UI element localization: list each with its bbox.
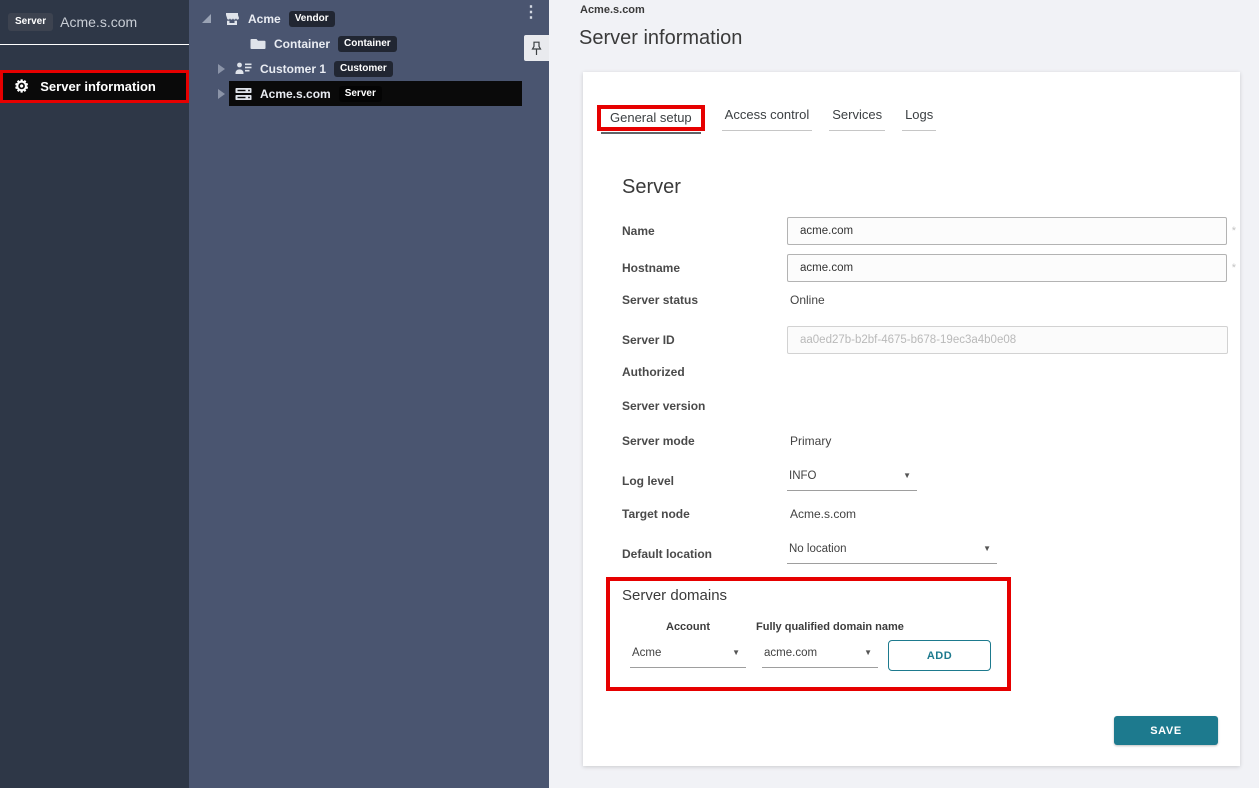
- server-id-input: [787, 326, 1228, 354]
- default-location-value: No location: [789, 543, 847, 555]
- form-row-server-id: Server ID: [622, 326, 1236, 354]
- add-button[interactable]: ADD: [888, 640, 991, 671]
- server-version-label: Server version: [622, 399, 787, 413]
- tree-item-badge: Server: [339, 86, 382, 102]
- tree-item-label: Container: [274, 37, 330, 51]
- tree-item-label: Acme: [248, 12, 281, 26]
- customer-icon: [235, 61, 252, 76]
- tree-item-server[interactable]: Acme.s.com Server: [189, 81, 549, 106]
- page-title: Server information: [579, 27, 742, 50]
- required-marker: *: [1232, 262, 1236, 274]
- fqdn-select[interactable]: acme.com ▼: [762, 647, 878, 668]
- tree-panel: Acme Vendor Container Container Customer…: [189, 0, 549, 788]
- server-icon: [235, 87, 252, 101]
- default-location-label: Default location: [622, 543, 787, 561]
- fqdn-value: acme.com: [764, 647, 817, 659]
- account-label: Account: [630, 621, 746, 633]
- server-id-label: Server ID: [622, 333, 787, 347]
- tree-item-selected[interactable]: Acme.s.com Server: [229, 81, 522, 106]
- pin-button[interactable]: [524, 35, 549, 61]
- server-status-value: Online: [787, 293, 825, 307]
- name-label: Name: [622, 224, 787, 238]
- tree-item-container[interactable]: Container Container: [189, 31, 549, 56]
- server-type-badge: Server: [8, 13, 53, 31]
- sidebar-item-label: Server information: [40, 79, 156, 94]
- tree-item-badge: Customer: [334, 61, 393, 77]
- tree-item-label: Customer 1: [260, 62, 326, 76]
- form-row-name: Name *: [622, 217, 1236, 245]
- server-domains-title: Server domains: [622, 587, 727, 604]
- tree-item-label: Acme.s.com: [260, 87, 331, 101]
- folder-icon: [250, 36, 266, 52]
- target-node-label: Target node: [622, 507, 787, 521]
- main-content: Acme.s.com Server information General se…: [549, 0, 1259, 788]
- server-status-label: Server status: [622, 293, 787, 307]
- server-mode-value: Primary: [787, 434, 831, 448]
- caret-down-icon: ▼: [903, 472, 911, 480]
- caret-down-icon: ▼: [983, 545, 991, 553]
- authorized-label: Authorized: [622, 365, 787, 379]
- form-row-authorized: Authorized: [622, 365, 1236, 379]
- hostname-label: Hostname: [622, 261, 787, 275]
- save-button[interactable]: SAVE: [1114, 716, 1218, 745]
- tab-access-control[interactable]: Access control: [722, 100, 813, 131]
- tab-services[interactable]: Services: [829, 100, 885, 131]
- tab-general-setup[interactable]: General setup: [601, 103, 701, 134]
- active-tab-highlight: General setup: [597, 105, 705, 131]
- account-value: Acme: [632, 647, 661, 659]
- hostname-input[interactable]: [787, 254, 1227, 282]
- log-level-value: INFO: [789, 470, 816, 482]
- default-location-select[interactable]: No location ▼: [787, 543, 997, 564]
- tree-item-vendor[interactable]: Acme Vendor: [189, 6, 549, 31]
- tree-collapsed-arrow-icon[interactable]: [218, 64, 225, 74]
- fqdn-label: Fully qualified domain name: [756, 621, 884, 633]
- log-level-select[interactable]: INFO ▼: [787, 470, 917, 491]
- caret-down-icon: ▼: [732, 649, 740, 657]
- form-row-log-level: Log level INFO ▼: [622, 470, 1236, 491]
- gear-icon: ⚙: [14, 78, 29, 95]
- form-row-target-node: Target node Acme.s.com: [622, 507, 1236, 521]
- tree-collapsed-arrow-icon[interactable]: [218, 89, 225, 99]
- tree-item-badge: Container: [338, 36, 397, 52]
- account-select[interactable]: Acme ▼: [630, 647, 746, 668]
- target-node-value: Acme.s.com: [787, 507, 856, 521]
- breadcrumb: Acme.s.com: [580, 4, 645, 16]
- form-row-server-mode: Server mode Primary: [622, 434, 1236, 448]
- tree-item-customer[interactable]: Customer 1 Customer: [189, 56, 549, 81]
- required-marker: *: [1232, 225, 1236, 237]
- server-domains-section: Server domains Account Fully qualified d…: [606, 577, 1011, 691]
- sidebar-server-name: Acme.s.com: [60, 14, 137, 30]
- form-row-hostname: Hostname *: [622, 254, 1236, 282]
- store-icon: [224, 11, 240, 27]
- form-row-server-version: Server version: [622, 399, 1236, 413]
- sidebar-item-server-information[interactable]: ⚙ Server information: [0, 70, 189, 103]
- pin-icon: [530, 41, 543, 56]
- name-input[interactable]: [787, 217, 1227, 245]
- tree-expanded-arrow-icon[interactable]: [202, 14, 211, 23]
- tree-menu-icon[interactable]: ⋮: [523, 5, 539, 21]
- tab-logs[interactable]: Logs: [902, 100, 936, 131]
- server-mode-label: Server mode: [622, 434, 787, 448]
- sidebar: Server Acme.s.com ⚙ Server information: [0, 0, 189, 788]
- form-row-default-location: Default location No location ▼: [622, 543, 1236, 564]
- form-row-server-status: Server status Online: [622, 293, 1236, 307]
- log-level-label: Log level: [622, 470, 787, 488]
- section-title-server: Server: [622, 176, 681, 199]
- sidebar-header: Server Acme.s.com: [0, 0, 189, 45]
- caret-down-icon: ▼: [864, 649, 872, 657]
- tab-bar: General setup Access control Services Lo…: [597, 100, 936, 131]
- server-information-card: General setup Access control Services Lo…: [583, 72, 1240, 766]
- tree-item-badge: Vendor: [289, 11, 335, 27]
